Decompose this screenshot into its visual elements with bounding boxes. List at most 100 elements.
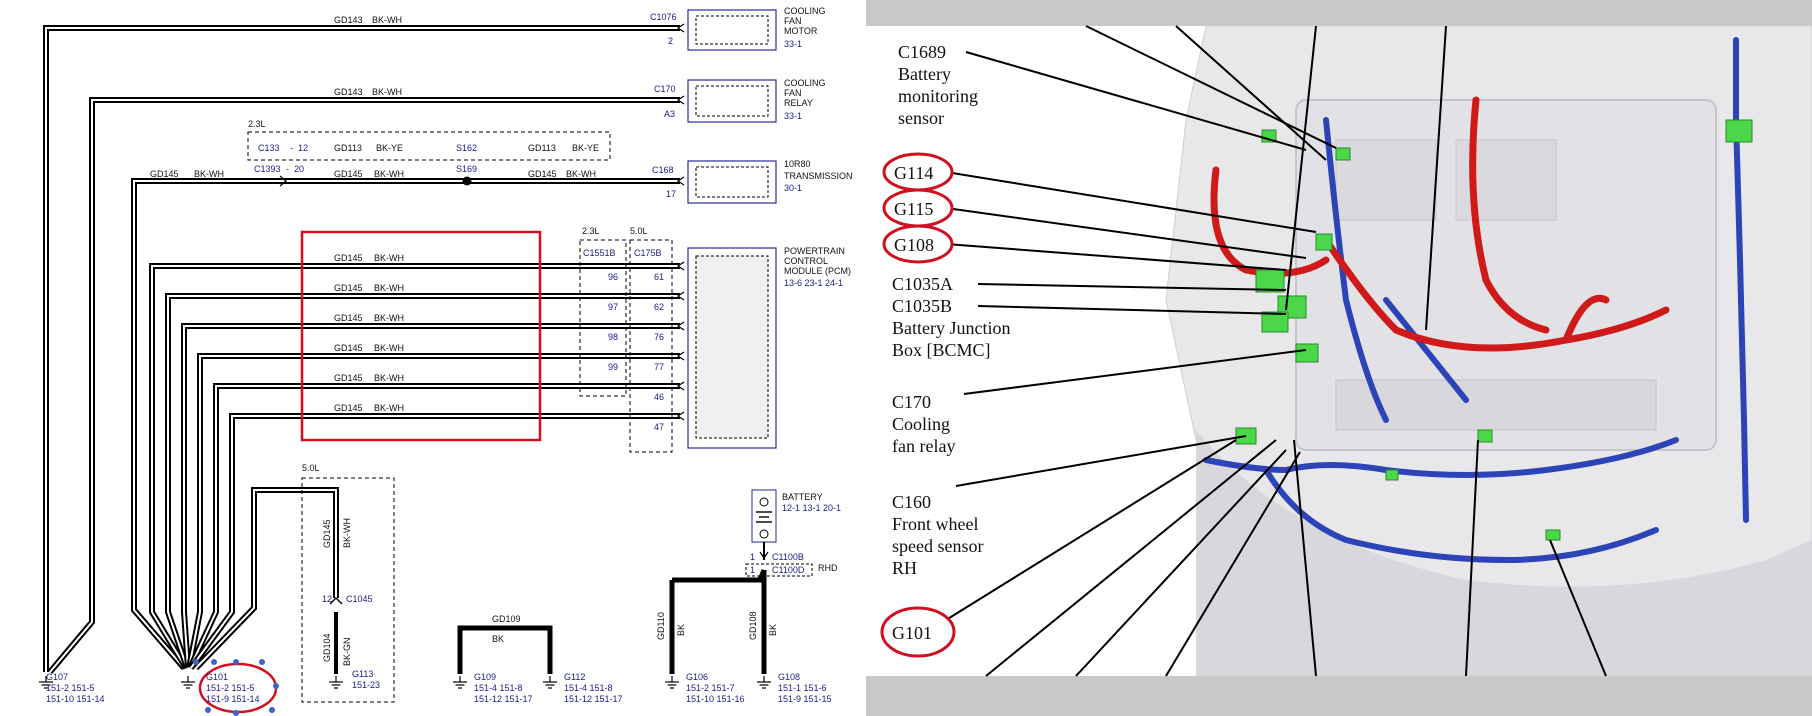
callout-g115: G115: [882, 188, 954, 228]
svg-text:GD110: GD110: [656, 612, 666, 640]
svg-text:BK-WH: BK-WH: [374, 169, 404, 179]
gd110-gd108-group: GD110 BK GD108 BK: [656, 569, 778, 689]
gd109-group: GD109 BK: [452, 614, 558, 689]
svg-text:GD113: GD113: [334, 143, 362, 153]
svg-text:BK-WH: BK-WH: [342, 518, 352, 548]
svg-text:Cooling: Cooling: [892, 414, 950, 434]
svg-text:20: 20: [294, 164, 304, 174]
svg-text:151-2 151-5: 151-2 151-5: [206, 683, 255, 693]
svg-text:13-6 23-1 24-1: 13-6 23-1 24-1: [784, 278, 843, 288]
connector-c168: C168: [652, 165, 674, 175]
svg-text:33-1: 33-1: [784, 111, 802, 121]
svg-text:BK: BK: [492, 634, 504, 644]
svg-text:12: 12: [322, 594, 332, 604]
svg-text:151-23: 151-23: [352, 680, 380, 690]
svg-text:G107: G107: [46, 672, 68, 682]
svg-text:G109: G109: [474, 672, 496, 682]
connector-c175b-box: [629, 239, 673, 453]
pcm-label-group: GD145 BK-WH 96 61 GD145 BK-WH 97 62 GD145 BK-WH 98…: [334, 253, 664, 432]
svg-text:speed sensor: speed sensor: [892, 536, 983, 556]
svg-text:C1035B: C1035B: [892, 296, 952, 316]
pcm-wire-color: BK-WH: [374, 253, 404, 263]
svg-text:151-10 151-14: 151-10 151-14: [46, 694, 105, 704]
svg-text:12: 12: [298, 143, 308, 153]
component-pcm: POWERTRAIN CONTROL MODULE (PCM) 13-6 23-…: [687, 246, 851, 449]
svg-text:RHD: RHD: [818, 563, 838, 573]
svg-text:G108: G108: [894, 235, 934, 255]
svg-text:BK-GN: BK-GN: [342, 637, 352, 666]
svg-text:5.0L: 5.0L: [630, 226, 648, 236]
callout-g101: G101: [880, 606, 956, 658]
svg-text:sensor: sensor: [898, 108, 944, 128]
svg-text:151-2 151-7: 151-2 151-7: [686, 683, 735, 693]
svg-text:151-10 151-16: 151-10 151-16: [686, 694, 745, 704]
svg-text:33-1: 33-1: [784, 39, 802, 49]
svg-text:RH: RH: [892, 558, 917, 578]
svg-text:Box [BCMC]: Box [BCMC]: [892, 340, 991, 360]
svg-text:CONTROL: CONTROL: [784, 256, 828, 266]
svg-text:C170: C170: [892, 392, 931, 412]
svg-text:G101: G101: [892, 623, 932, 643]
svg-text:fan relay: fan relay: [892, 436, 955, 456]
pcm-pin-50l: 62: [654, 302, 664, 312]
pcm-ground-wire: [181, 323, 680, 669]
pcm-wire-circuit: GD145: [334, 283, 363, 293]
svg-text:C160: C160: [892, 492, 931, 512]
svg-text:Battery: Battery: [898, 64, 951, 84]
ground-labels: G107 151-2 151-5 151-10 151-14 G101 151-…: [46, 672, 832, 704]
svg-text:GD145: GD145: [322, 519, 332, 548]
svg-text:G112: G112: [564, 672, 585, 682]
callout-g108: G108: [882, 224, 954, 264]
svg-text:Front wheel: Front wheel: [892, 514, 978, 534]
svg-text:151-4 151-8: 151-4 151-8: [564, 683, 613, 693]
svg-text:12-1 13-1 20-1: 12-1 13-1 20-1: [782, 503, 841, 513]
pcm-ground-wire: [165, 293, 680, 669]
svg-text:GD145: GD145: [150, 169, 179, 179]
svg-text:GD143: GD143: [334, 87, 363, 97]
svg-text:5.0L: 5.0L: [302, 463, 320, 473]
harness-photo: C1689 Battery monitoring sensor G114 G11…: [866, 25, 1812, 677]
svg-text:151-1 151-6: 151-1 151-6: [778, 683, 827, 693]
svg-text:1: 1: [750, 552, 755, 562]
svg-text:G114: G114: [894, 163, 933, 183]
component-label: COOLING: [784, 6, 826, 16]
pcm-wire-color: BK-WH: [374, 373, 404, 383]
pcm-pin-23l: 98: [608, 332, 618, 342]
svg-text:GD145: GD145: [334, 169, 363, 179]
wiring-diagram-pane: C1076 2 COOLING FAN MOTOR 33-1 GD143 BK-…: [0, 0, 866, 716]
svg-text:C1045: C1045: [346, 594, 373, 604]
svg-text:G101: G101: [206, 672, 228, 682]
connector-c1076: C1076: [650, 12, 677, 22]
pcm-pin-50l: 76: [654, 332, 664, 342]
svg-text:C1551B: C1551B: [583, 248, 616, 258]
component-transmission: C168 17 10R80 TRANSMISSION 30-1: [652, 159, 853, 204]
pcm-wire-group: [149, 261, 685, 670]
pcm-pin-23l: 97: [608, 302, 618, 312]
svg-text:C1100D: C1100D: [772, 565, 805, 575]
svg-text:-: -: [290, 143, 293, 153]
pin-c1076: 2: [668, 36, 673, 46]
pcm-wire-circuit: GD145: [334, 313, 363, 323]
pcm-pin-50l: 46: [654, 392, 664, 402]
svg-text:GD104: GD104: [322, 633, 332, 662]
svg-text:FAN: FAN: [784, 16, 802, 26]
wire-label: GD143: [334, 15, 363, 25]
pcm-wire-color: BK-WH: [374, 343, 404, 353]
pin-c170: A3: [664, 109, 675, 119]
svg-text:S169: S169: [456, 164, 477, 174]
pcm-wire-circuit: GD145: [334, 373, 363, 383]
svg-text:GD109: GD109: [492, 614, 521, 624]
svg-text:G113: G113: [352, 669, 373, 679]
pcm-pin-50l: 47: [654, 422, 664, 432]
svg-text:C1100B: C1100B: [772, 552, 804, 562]
svg-text:POWERTRAIN: POWERTRAIN: [784, 246, 845, 256]
svg-text:151-9 151-15: 151-9 151-15: [778, 694, 832, 704]
wire-gd143-fan-motor: [43, 25, 680, 672]
svg-text:BK: BK: [676, 624, 686, 636]
svg-text:G115: G115: [894, 199, 933, 219]
svg-text:151-2 151-5: 151-2 151-5: [46, 683, 95, 693]
svg-text:Battery Junction: Battery Junction: [892, 318, 1010, 338]
svg-text:1: 1: [750, 565, 755, 575]
pcm-wire-color: BK-WH: [374, 403, 404, 413]
svg-text:BK-YE: BK-YE: [572, 143, 599, 153]
